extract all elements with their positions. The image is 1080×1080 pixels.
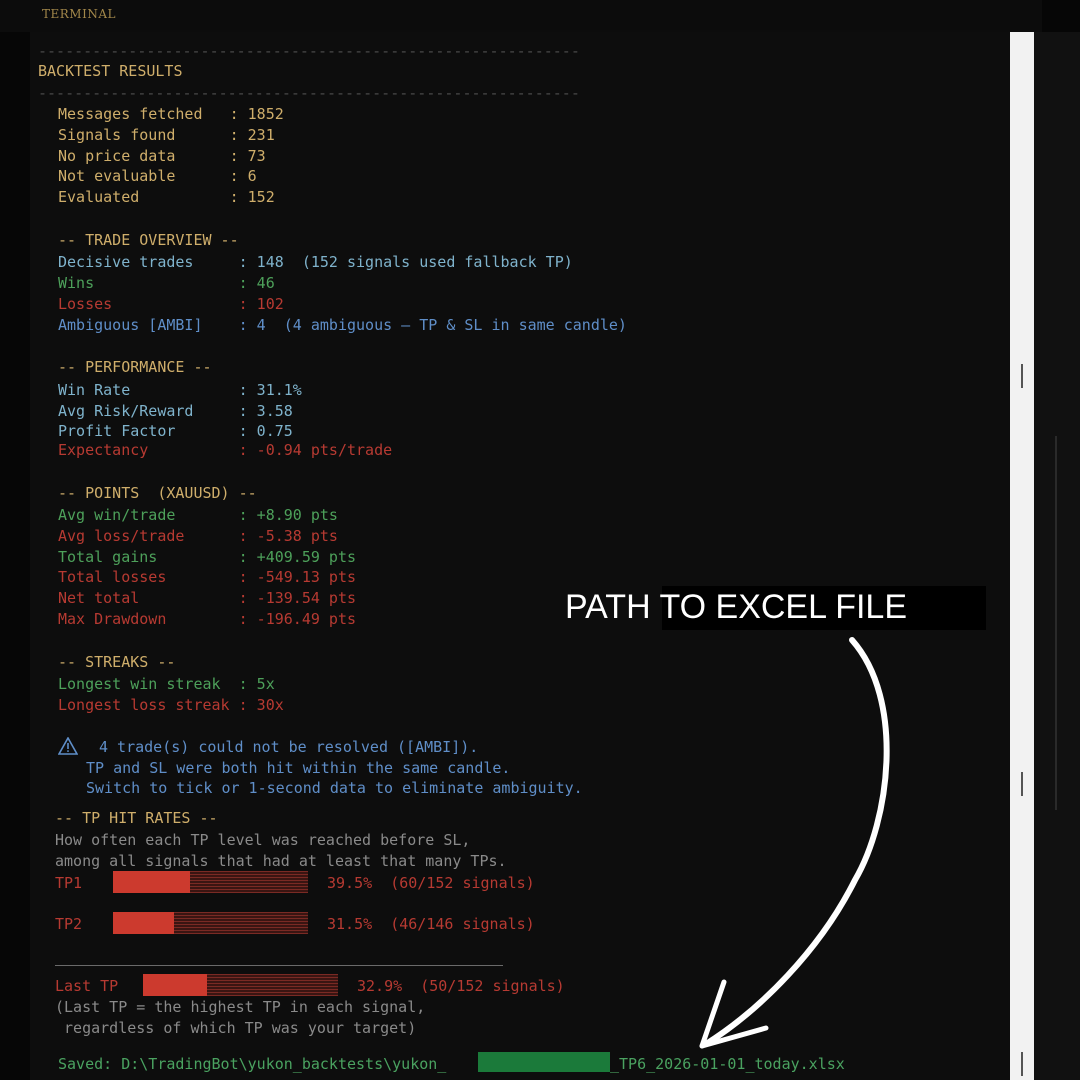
annotation-arrow-icon	[699, 637, 890, 1049]
